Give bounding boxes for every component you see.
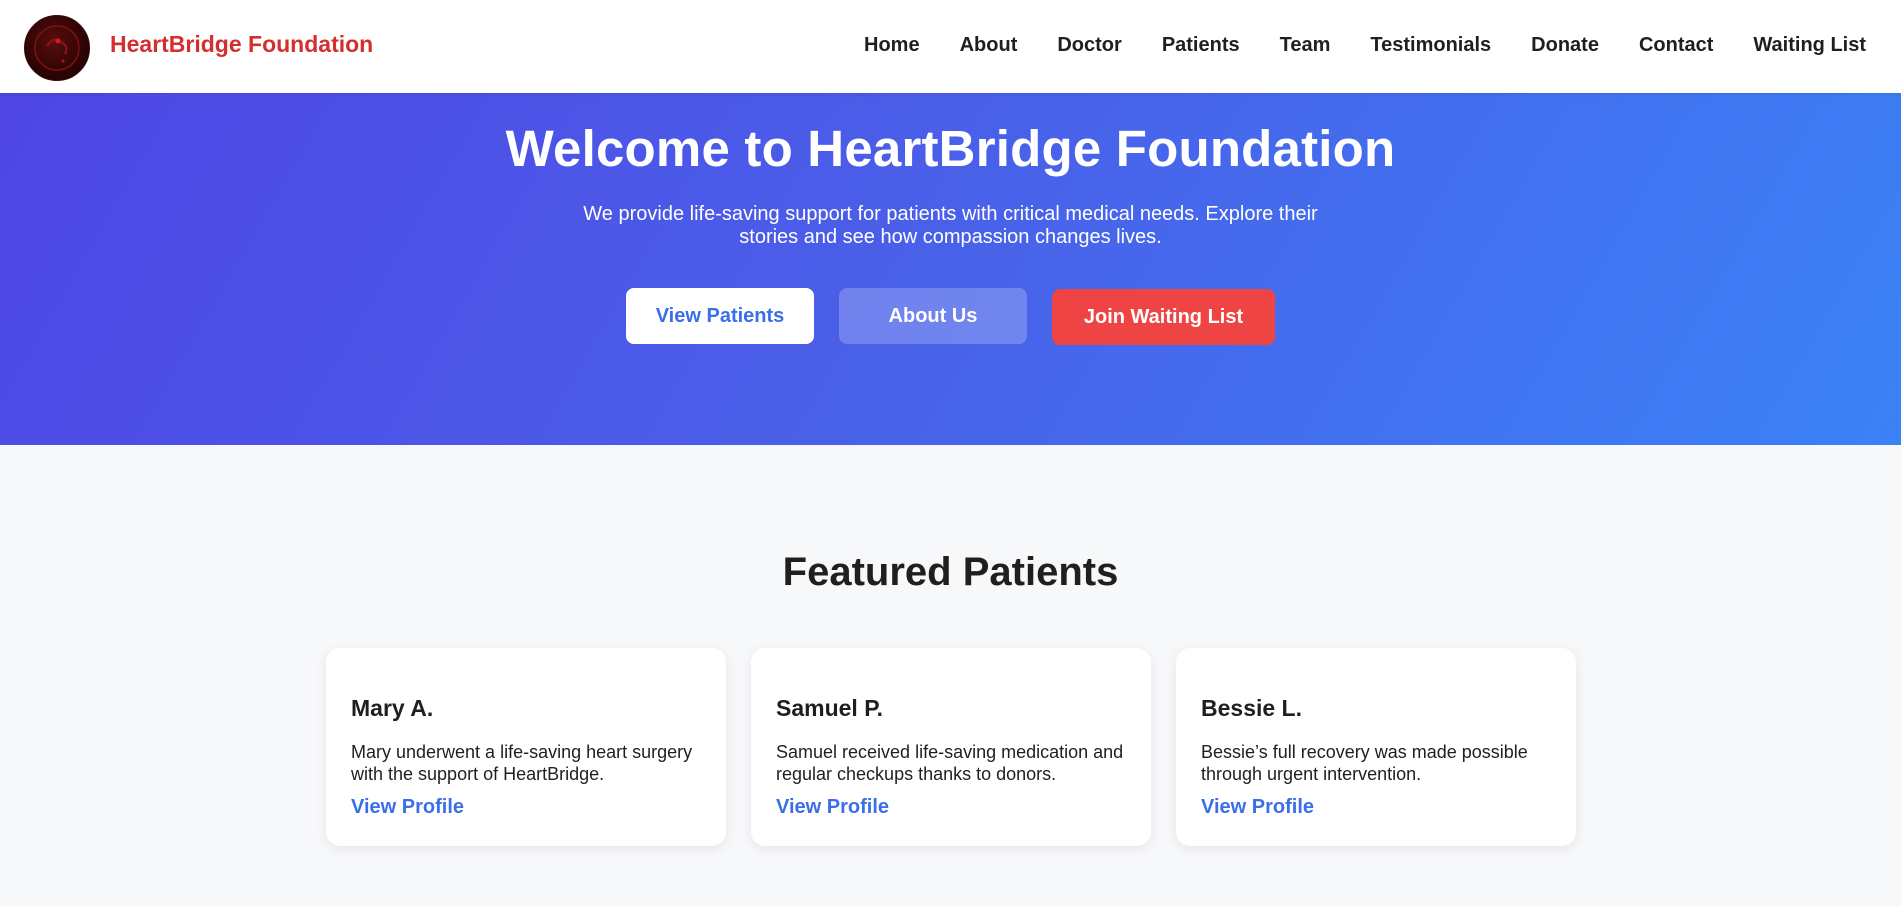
patient-name: Mary A. [351,695,434,721]
logo-icon[interactable] [24,15,90,81]
patient-card: Samuel P. Samuel received life-saving me… [751,648,1151,846]
nav-contact[interactable]: Contact [1639,34,1713,57]
nav-about[interactable]: About [960,34,1018,57]
patient-card: Bessie L. Bessie’s full recovery was mad… [1176,648,1576,846]
nav-doctor[interactable]: Doctor [1057,34,1121,57]
patient-description: Samuel received life-saving medication a… [776,742,1124,784]
view-profile-link[interactable]: View Profile [351,796,464,819]
join-waiting-list-button[interactable]: Join Waiting List [1052,289,1275,345]
nav-patients[interactable]: Patients [1162,34,1240,57]
patient-card: Mary A. Mary underwent a life-saving hea… [326,648,726,846]
about-us-button[interactable]: About Us [839,288,1027,344]
nav-testimonials[interactable]: Testimonials [1370,34,1491,57]
site-header: HeartBridge Foundation Home About Doctor… [0,0,1901,93]
nav-waiting-list[interactable]: Waiting List [1753,34,1866,57]
patient-name: Bessie L. [1201,695,1302,721]
view-profile-link[interactable]: View Profile [776,796,889,819]
featured-patients-title: Featured Patients [782,550,1119,594]
hero-title: Welcome to HeartBridge Foundation [505,120,1396,177]
brand-name[interactable]: HeartBridge Foundation [110,31,373,58]
hero-section: Welcome to HeartBridge Foundation We pro… [0,93,1901,445]
patient-name: Samuel P. [776,695,883,721]
nav-home[interactable]: Home [864,34,920,57]
view-patients-button[interactable]: View Patients [626,288,814,344]
hero-subtitle: We provide life-saving support for patie… [583,203,1318,248]
patient-description: Mary underwent a life-saving heart surge… [351,742,693,784]
main-nav: Home About Doctor Patients Team Testimon… [824,34,1866,57]
patient-description: Bessie’s full recovery was made possible… [1201,742,1528,784]
nav-donate[interactable]: Donate [1531,34,1599,57]
nav-team[interactable]: Team [1280,34,1331,57]
view-profile-link[interactable]: View Profile [1201,796,1314,819]
